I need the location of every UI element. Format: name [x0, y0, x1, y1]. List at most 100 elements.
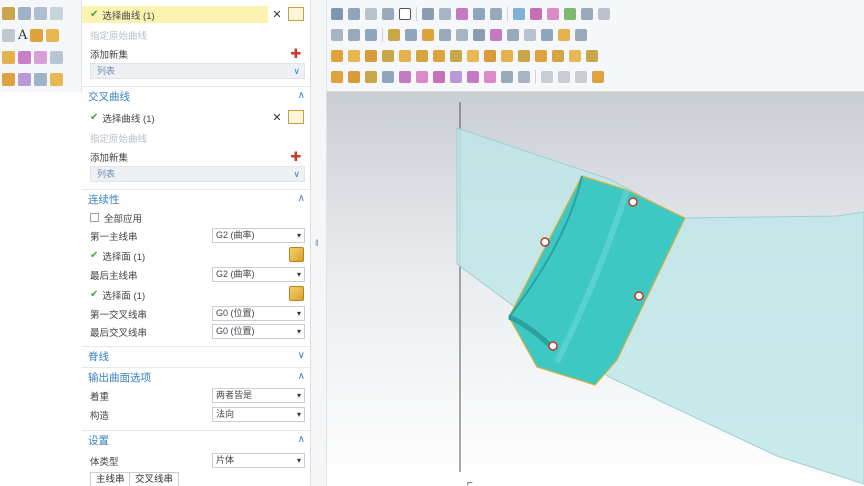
- panel-splitter[interactable]: ‖: [311, 0, 327, 486]
- offset-curve-icon[interactable]: [422, 29, 434, 41]
- construct-select[interactable]: 法向 ▾: [212, 407, 305, 422]
- graphics-viewport[interactable]: ⌐: [327, 92, 864, 486]
- orient-icon[interactable]: [382, 8, 394, 20]
- step-back-icon[interactable]: [541, 71, 553, 83]
- hole-icon[interactable]: [433, 50, 445, 62]
- surface-icon[interactable]: [18, 50, 31, 64]
- apply-all-checkbox[interactable]: [90, 213, 99, 222]
- bridge-icon[interactable]: [439, 29, 451, 41]
- layer-icon[interactable]: [365, 8, 377, 20]
- sew-icon[interactable]: [558, 29, 570, 41]
- vector-icon[interactable]: [473, 8, 485, 20]
- analyze-icon[interactable]: [34, 72, 47, 86]
- copy-icon[interactable]: [18, 6, 31, 20]
- pocket-icon[interactable]: [467, 50, 479, 62]
- line-icon[interactable]: [30, 28, 44, 42]
- apply-all-row[interactable]: 全部应用: [82, 209, 310, 226]
- join-icon[interactable]: [456, 29, 468, 41]
- undo-icon[interactable]: [34, 6, 47, 20]
- cross-list-toggle[interactable]: 列表 ∨: [90, 166, 305, 182]
- shell-icon[interactable]: [552, 50, 564, 62]
- close-icon[interactable]: ✕: [270, 111, 284, 125]
- splitter-grip-icon[interactable]: ‖: [315, 238, 319, 248]
- intersect-icon[interactable]: [365, 71, 377, 83]
- offset-icon[interactable]: [18, 72, 31, 86]
- redo-icon[interactable]: [50, 6, 63, 20]
- primary-add-new-set-row[interactable]: 添加新集: [82, 45, 310, 62]
- split-icon[interactable]: [382, 71, 394, 83]
- intersect-curve-icon[interactable]: [405, 29, 417, 41]
- analysis-icon[interactable]: [530, 8, 542, 20]
- boss-icon[interactable]: [450, 50, 462, 62]
- check-geometry-icon[interactable]: [564, 8, 576, 20]
- unite-icon[interactable]: [331, 71, 343, 83]
- pad-icon[interactable]: [484, 50, 496, 62]
- chamfer-icon[interactable]: [541, 29, 553, 41]
- cross-add-new-set-row[interactable]: 添加新集: [82, 148, 310, 165]
- arc-icon[interactable]: [46, 28, 60, 42]
- thicken-icon[interactable]: [575, 29, 587, 41]
- cross-curves-header[interactable]: 交叉曲线 ∧: [82, 86, 310, 105]
- spline-icon[interactable]: [348, 29, 360, 41]
- settings-header[interactable]: 设置 ∧: [82, 430, 310, 449]
- trim-icon[interactable]: [2, 72, 15, 86]
- continuity-handle[interactable]: [548, 341, 558, 351]
- primary-select-curve-row[interactable]: ✔ 选择曲线 (1): [82, 6, 268, 23]
- cylinder-icon[interactable]: [382, 50, 394, 62]
- cone-icon[interactable]: [399, 50, 411, 62]
- divide-icon[interactable]: [473, 29, 485, 41]
- filter-icon[interactable]: [439, 8, 451, 20]
- continuity-header[interactable]: 连续性 ∧: [82, 189, 310, 208]
- spine-header[interactable]: 脊线 ∨: [82, 346, 310, 365]
- output-options-header[interactable]: 输出曲面选项 ∧: [82, 367, 310, 386]
- step-forward-icon[interactable]: [575, 71, 587, 83]
- tab-cross-strings[interactable]: 交叉线串: [129, 472, 180, 486]
- section-icon[interactable]: [581, 8, 593, 20]
- first-cross-select[interactable]: G0 (位置) ▾: [212, 306, 305, 321]
- measure-icon[interactable]: [513, 8, 525, 20]
- curvature-icon[interactable]: [547, 8, 559, 20]
- block-icon[interactable]: [365, 50, 377, 62]
- subtract-icon[interactable]: [348, 71, 360, 83]
- sweep-icon[interactable]: [50, 50, 63, 64]
- add-set-icon[interactable]: ✚: [290, 150, 302, 163]
- last-cross-select[interactable]: G0 (位置) ▾: [212, 324, 305, 339]
- primary-specify-origin-row[interactable]: 指定原始曲线: [82, 26, 310, 43]
- mirror-icon[interactable]: [50, 72, 63, 86]
- n-sided-icon[interactable]: [484, 71, 496, 83]
- edit-icon[interactable]: [2, 6, 15, 20]
- primary-list-toggle[interactable]: 列表 ∨: [90, 63, 305, 79]
- revolve-icon[interactable]: [348, 50, 360, 62]
- surface-grid-icon[interactable]: [399, 71, 411, 83]
- slot-icon[interactable]: [518, 50, 530, 62]
- sketch-icon[interactable]: [2, 28, 15, 42]
- render-icon[interactable]: [348, 8, 360, 20]
- rib-icon[interactable]: [535, 50, 547, 62]
- face-select-icon[interactable]: [289, 247, 304, 262]
- add-set-icon[interactable]: ✚: [290, 47, 302, 60]
- groove-icon[interactable]: [501, 50, 513, 62]
- blend-icon[interactable]: [34, 50, 47, 64]
- last-primary-select[interactable]: G2 (曲率) ▾: [212, 267, 305, 282]
- curve-select-icon[interactable]: [288, 7, 304, 21]
- draft-icon[interactable]: [569, 50, 581, 62]
- close-icon[interactable]: ✕: [270, 8, 284, 22]
- ruled-icon[interactable]: [433, 71, 445, 83]
- extrude-icon[interactable]: [331, 50, 343, 62]
- point-icon[interactable]: [456, 8, 468, 20]
- view-icon[interactable]: [331, 8, 343, 20]
- cross-specify-origin-row[interactable]: 指定原始曲线: [82, 129, 310, 146]
- helix-icon[interactable]: [365, 29, 377, 41]
- trim-curve-icon[interactable]: [507, 29, 519, 41]
- project-curve-icon[interactable]: [388, 29, 400, 41]
- untrim-icon[interactable]: [518, 71, 530, 83]
- csys-icon[interactable]: [490, 8, 502, 20]
- frame-icon[interactable]: [399, 8, 411, 20]
- continuity-handle[interactable]: [540, 237, 550, 247]
- first-primary-select[interactable]: G2 (曲率) ▾: [212, 228, 305, 243]
- mesh-icon[interactable]: [450, 71, 462, 83]
- curve-select-icon[interactable]: [288, 110, 304, 124]
- continuity-handle[interactable]: [628, 197, 638, 207]
- model-history-icon[interactable]: [592, 71, 604, 83]
- face-select-icon[interactable]: [289, 286, 304, 301]
